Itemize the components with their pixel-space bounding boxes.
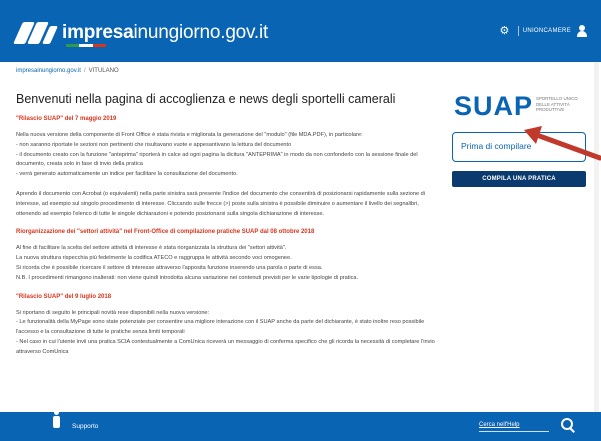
- page-scrollbar[interactable]: [594, 62, 599, 412]
- user-icon[interactable]: [577, 24, 587, 37]
- main-content: Benvenuti nella pagina di accoglienza e …: [16, 92, 438, 368]
- news-title: "Rilascio SUAP" del 9 luglio 2018: [16, 293, 112, 300]
- search-icon[interactable]: [561, 418, 575, 432]
- italian-flag-stripe: [66, 44, 106, 47]
- suap-wordmark: SUAP: [454, 91, 534, 121]
- red-pointer-arrow-icon: [524, 126, 601, 161]
- site-header: impresainungiorno.gov.it ⚙ UNIONCAMERE: [0, 0, 601, 62]
- logo-text: impresainungiorno.gov.it: [62, 22, 269, 43]
- unioncamere-label: UNIONCAMERE: [522, 27, 571, 34]
- news-body: Al fine di facilitare la scelta del sett…: [16, 245, 359, 281]
- unioncamere-emblem-icon: ⚙: [499, 25, 510, 37]
- unioncamere-area[interactable]: ⚙ UNIONCAMERE: [500, 24, 587, 37]
- suap-subtitle: SPORTELLO UNICO DELLE ATTIVITÀ PRODUTTIV…: [536, 96, 578, 113]
- news-title: "Rilascio SUAP" del 7 maggio 2019: [16, 116, 117, 122]
- support-link[interactable]: Supporto: [54, 412, 114, 441]
- news-title: Riorganizzazione dei "settori attività" …: [16, 229, 315, 236]
- site-logo[interactable]: impresainungiorno.gov.it: [13, 22, 269, 44]
- news-body: Si riportano di seguito le principali no…: [16, 309, 435, 355]
- breadcrumb-current: VITULANO: [88, 68, 119, 74]
- help-search-input[interactable]: Cerca nell'Help: [479, 419, 549, 432]
- suap-logo: SUAP SPORTELLO UNICO DELLE ATTIVITÀ PROD…: [454, 91, 578, 121]
- news-body: Aprendo il documento con Acrobat (o equi…: [16, 190, 426, 217]
- logo-mark-icon: [13, 22, 59, 44]
- page-title: Benvenuti nella pagina di accoglienza e …: [16, 92, 396, 106]
- breadcrumb: impresainungiorno.gov.it / VITULANO: [16, 68, 119, 74]
- news-body: Nella nuova versione della componente di…: [16, 132, 418, 178]
- compila-pratica-button[interactable]: COMPILA UNA PRATICA: [452, 171, 586, 187]
- breadcrumb-home[interactable]: impresainungiorno.gov.it: [16, 68, 81, 74]
